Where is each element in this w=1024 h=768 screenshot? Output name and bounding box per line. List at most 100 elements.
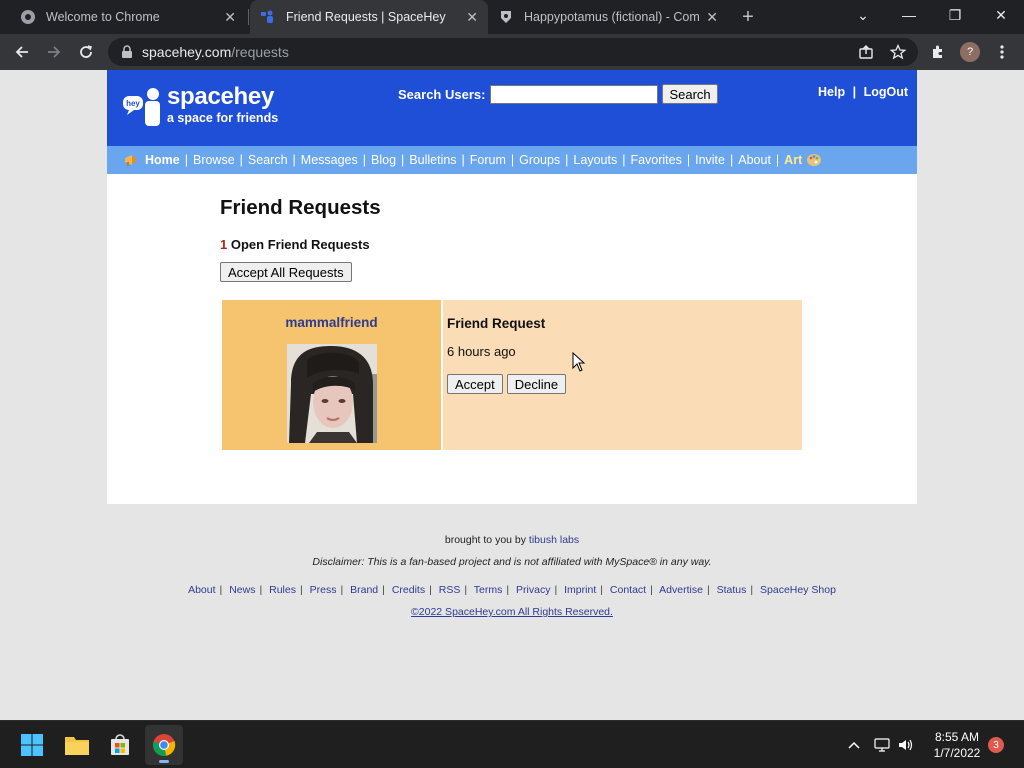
- tab-title: Happypotamus (fictional) - Comp: [524, 10, 701, 24]
- nav-home[interactable]: Home: [145, 153, 180, 167]
- file-explorer-button[interactable]: [58, 725, 96, 765]
- store-bag-icon: [111, 734, 129, 755]
- nav-forum[interactable]: Forum: [470, 153, 506, 167]
- minimize-button[interactable]: —: [886, 0, 932, 30]
- reload-button[interactable]: [74, 40, 98, 64]
- megaphone-icon: [123, 152, 139, 168]
- main-nav: Home | Browse | Search | Messages | Blog | Bu…: [107, 146, 917, 174]
- lock-icon: [122, 45, 132, 58]
- close-window-button[interactable]: ✕: [978, 0, 1024, 30]
- mouse-cursor-icon: [572, 352, 586, 372]
- requester-name-link[interactable]: mammalfriend: [222, 315, 441, 330]
- footer-link-advertise[interactable]: Advertise: [659, 584, 703, 596]
- footer-link-status[interactable]: Status: [717, 584, 747, 596]
- nav-messages[interactable]: Messages: [301, 153, 358, 167]
- open-count-label: Open Friend Requests: [230, 237, 370, 252]
- tab-search-icon[interactable]: ⌄: [840, 0, 886, 30]
- nav-sep: |: [510, 153, 515, 167]
- nav-sep: |: [775, 153, 780, 167]
- nav-sep: |: [292, 153, 296, 167]
- clock-time: 8:55 AM: [934, 730, 980, 744]
- forward-button[interactable]: [42, 40, 66, 64]
- close-tab-icon[interactable]: ✕: [466, 9, 478, 26]
- footer-link-terms[interactable]: Terms: [474, 584, 503, 596]
- close-tab-icon[interactable]: ✕: [706, 9, 718, 26]
- nav-browse[interactable]: Browse: [193, 153, 235, 167]
- restore-button[interactable]: ❐: [932, 0, 978, 30]
- footer-link-shop[interactable]: SpaceHey Shop: [760, 584, 836, 596]
- credit-prefix: brought to you by: [444, 534, 526, 546]
- extensions-icon[interactable]: [926, 40, 950, 64]
- footer-link-rules[interactable]: Rules: [269, 584, 296, 596]
- open-requests-count: 1 Open Friend Requests: [220, 237, 370, 252]
- footer-link-news[interactable]: News: [229, 584, 255, 596]
- back-button[interactable]: [10, 40, 34, 64]
- request-timestamp: 6 hours ago: [447, 344, 516, 359]
- copyright-link[interactable]: ©2022 SpaceHey.com All Rights Reserved.: [411, 606, 613, 618]
- logout-link[interactable]: LogOut: [864, 85, 908, 99]
- logo-bubble-text: hey: [126, 99, 140, 108]
- profile-avatar[interactable]: ?: [958, 40, 982, 64]
- nav-favorites[interactable]: Favorites: [630, 153, 681, 167]
- site-header: hey spacehey a space for friends Search …: [107, 70, 917, 146]
- bookmark-star-icon[interactable]: [888, 42, 908, 62]
- requester-avatar[interactable]: [287, 344, 377, 443]
- nav-sep: |: [686, 153, 691, 167]
- decline-button[interactable]: Decline: [506, 374, 567, 394]
- system-clock[interactable]: 8:55 AM 1/7/2022: [922, 729, 992, 761]
- new-tab-button[interactable]: +: [737, 4, 759, 30]
- footer-link-contact[interactable]: Contact: [610, 584, 646, 596]
- tab-welcome[interactable]: Welcome to Chrome ✕: [10, 0, 246, 34]
- search-users-input[interactable]: [490, 84, 659, 104]
- tab-title: Friend Requests | SpaceHey: [286, 10, 446, 24]
- tab-happypotamus[interactable]: Happypotamus (fictional) - Comp ✕: [488, 0, 728, 34]
- tibush-labs-link[interactable]: tibush labs: [529, 534, 579, 546]
- search-button[interactable]: Search: [662, 84, 718, 104]
- nav-art[interactable]: Art: [784, 153, 802, 167]
- accept-button[interactable]: Accept: [447, 374, 503, 394]
- share-icon[interactable]: [856, 42, 876, 62]
- close-tab-icon[interactable]: ✕: [224, 9, 236, 26]
- windows-logo-icon: [21, 734, 43, 756]
- help-link[interactable]: Help: [818, 85, 845, 99]
- nav-blog[interactable]: Blog: [371, 153, 396, 167]
- start-button[interactable]: [13, 725, 51, 765]
- nav-search[interactable]: Search: [248, 153, 288, 167]
- footer-link-rss[interactable]: RSS: [439, 584, 461, 596]
- footer-link-brand[interactable]: Brand: [350, 584, 378, 596]
- url-path: /requests: [231, 44, 289, 60]
- footer-link-about[interactable]: About: [188, 584, 215, 596]
- nav-groups[interactable]: Groups: [519, 153, 560, 167]
- url-host: spacehey.com: [142, 44, 232, 60]
- user-search: Search Users: Search: [398, 84, 718, 104]
- tab-friend-requests[interactable]: Friend Requests | SpaceHey ✕: [250, 0, 488, 34]
- windows-taskbar: 8:55 AM 1/7/2022 3: [0, 720, 1024, 768]
- address-bar[interactable]: spacehey.com/requests: [108, 38, 918, 66]
- volume-icon[interactable]: [896, 733, 916, 757]
- browser-toolbar: spacehey.com/requests ?: [0, 34, 1024, 70]
- footer-link-privacy[interactable]: Privacy: [516, 584, 550, 596]
- logo-name: spacehey: [167, 83, 275, 110]
- microsoft-store-button[interactable]: [101, 725, 139, 765]
- footer-credit: brought to you by tibush labs: [0, 532, 1024, 554]
- nav-layouts[interactable]: Layouts: [573, 153, 617, 167]
- footer-link-press[interactable]: Press: [310, 584, 337, 596]
- page-title: Friend Requests: [220, 196, 381, 219]
- back-arrow-icon: [15, 46, 28, 58]
- footer-link-imprint[interactable]: Imprint: [564, 584, 596, 596]
- spacehey-logo[interactable]: hey spacehey a space for friends: [123, 84, 278, 128]
- menu-kebab-icon[interactable]: [990, 40, 1014, 64]
- clock-date: 1/7/2022: [933, 746, 981, 760]
- chrome-taskbar-button[interactable]: [145, 725, 183, 765]
- show-hidden-icons-chevron-icon[interactable]: [844, 733, 864, 757]
- network-icon[interactable]: [872, 733, 892, 757]
- nav-sep: |: [565, 153, 569, 167]
- nav-about[interactable]: About: [738, 153, 771, 167]
- nav-invite[interactable]: Invite: [695, 153, 725, 167]
- spacehey-icon: [260, 9, 276, 25]
- footer-link-credits[interactable]: Credits: [392, 584, 425, 596]
- notification-badge[interactable]: 3: [988, 737, 1004, 753]
- nav-bulletins[interactable]: Bulletins: [409, 153, 456, 167]
- accept-all-button[interactable]: Accept All Requests: [220, 262, 352, 282]
- reload-icon: [80, 45, 93, 58]
